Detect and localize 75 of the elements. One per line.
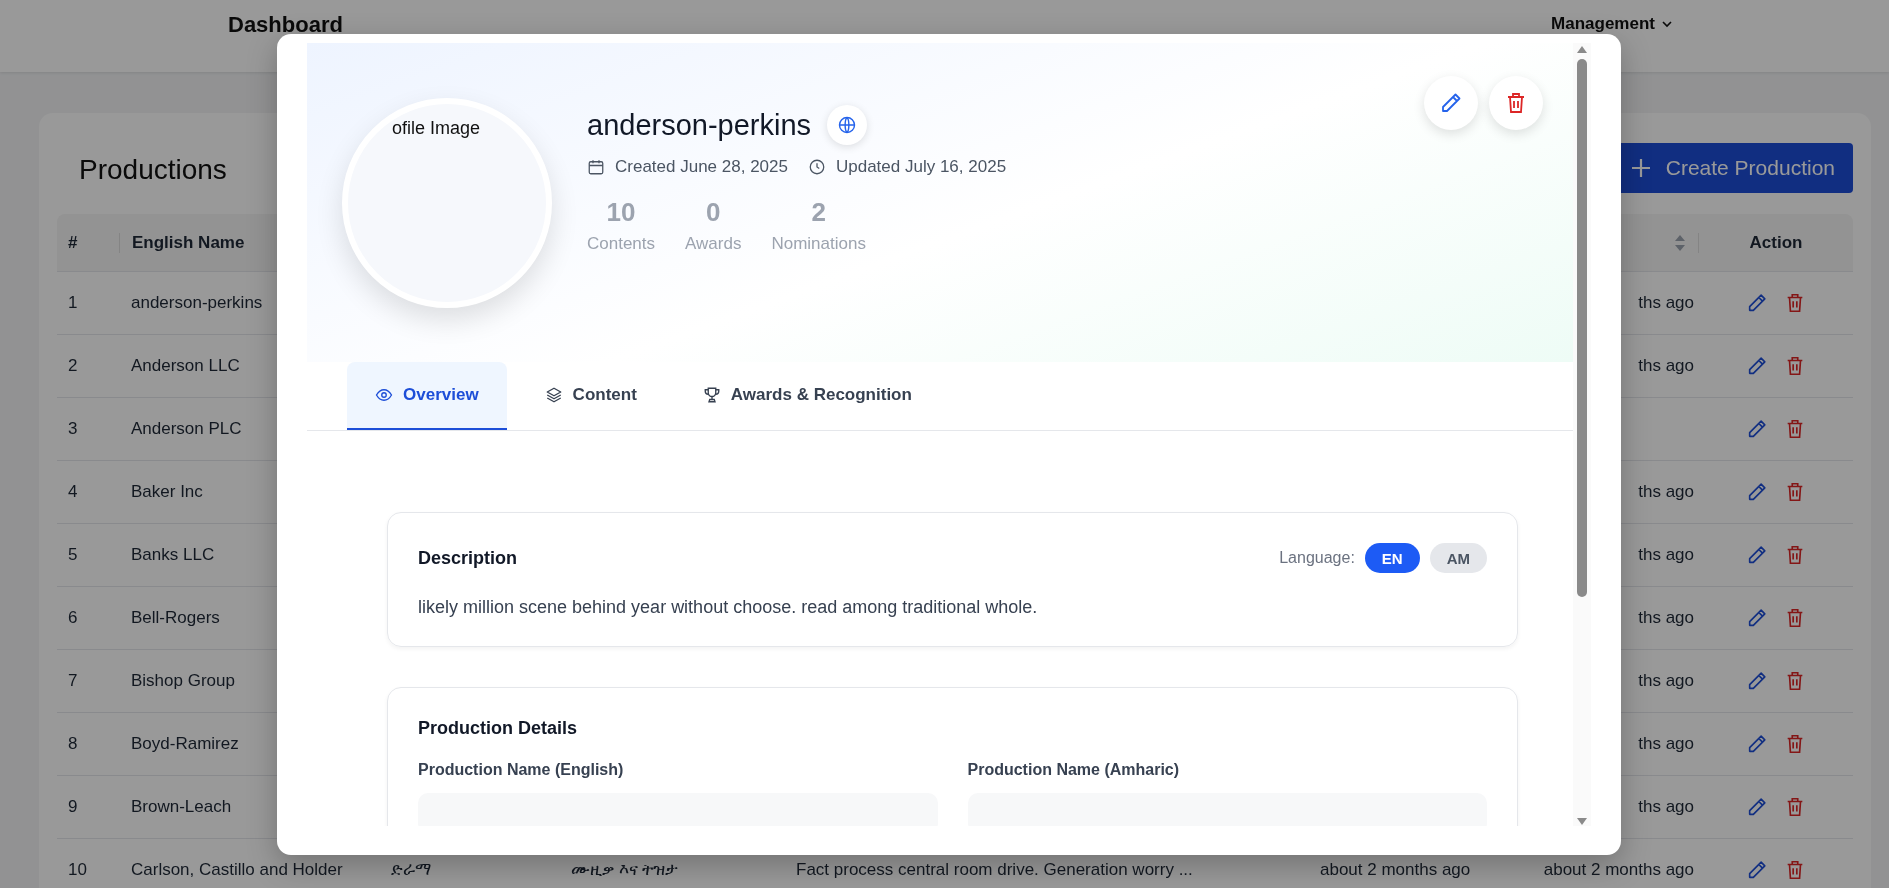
column-header: # [67,232,79,253]
clock-icon [807,158,826,176]
page-title: Productions [79,153,227,186]
table-cell: ሙዚቃ እና ትዝታ [571,860,679,879]
table-cell-text: 8 [67,734,79,754]
dashboard-title: Dashboard [228,12,343,38]
card-title: Description [418,547,518,569]
table-cell-text: Anderson PLC [130,419,243,439]
globe-icon [837,115,858,135]
table-cell: about 2 months ago [1320,860,1471,879]
updated-date: Updated July 16, 2025 [835,157,1007,177]
tab[interactable]: Overview [347,362,507,430]
table-cell: ths ago [1638,482,1694,501]
table-cell-text: Bell-Rogers [130,608,221,628]
table-cell-text: 1 [67,293,79,313]
field-label: Production Name (English) [418,761,625,779]
table-cell-text: 7 [67,671,79,691]
table-cell: ths ago [1638,608,1694,627]
table-cell-text: Banks LLC [130,545,216,565]
table-cell: ths ago [1638,734,1694,753]
calendar-icon [587,158,605,176]
stat-label: Awards [685,234,742,254]
scroll-down-icon[interactable] [1576,816,1588,826]
table-cell: ths ago [1638,293,1694,312]
tab[interactable]: Awards & Recognition [674,362,940,430]
nav-link[interactable]: Management [1551,14,1673,34]
table-cell: ድራማ [391,860,431,879]
table-cell-text: 5 [67,545,79,565]
plus-icon [1629,156,1652,179]
description-text: likely million scene behind year without choose. read among traditional whole. [418,597,1039,618]
field-label: Production Name (Amharic) [967,761,1181,779]
card-title: Production Details [418,718,578,738]
globe-button[interactable] [827,105,868,145]
stat-value: 10 [606,197,636,228]
edit-button[interactable] [1424,76,1478,130]
language-label: Language: [1279,549,1355,567]
table-cell-text: Anderson LLC [130,356,241,376]
eye-icon [375,386,393,404]
stat-label: Nominations [771,234,866,254]
table-cell-text: 4 [67,482,79,502]
delete-button[interactable] [1489,76,1543,130]
table-cell-text: Brown-Leach [130,797,233,817]
stat-value: 0 [706,197,721,228]
table-cell-text: Boyd-Ramirez [130,734,240,754]
pencil-icon [1439,91,1463,115]
chevron-down-icon [1661,18,1673,30]
production-name: anderson-perkins [587,108,812,142]
table-cell-text: 2 [67,356,79,376]
table-cell-text: 3 [67,419,79,439]
stat-label: Contents [587,234,656,254]
table-cell-text: 9 [67,797,79,817]
table-cell: about 2 months ago [1543,860,1694,879]
layers-icon [544,386,563,404]
language-toggle[interactable]: EN [1364,543,1420,573]
tab[interactable]: Content [516,362,665,430]
image-alt-text: ofile Image [392,118,481,139]
table-cell-text: Baker Inc [130,482,204,502]
table-cell-text: Bishop Group [130,671,236,691]
scrollbar[interactable] [1573,43,1591,826]
column-header: Action [1698,232,1853,253]
table-cell-text: 10 [67,860,88,880]
table-cell: Fact process central room drive. Generation worry ... [796,860,1193,879]
created-date: Created June 28, 2025 [615,157,788,177]
trophy-icon [702,386,721,404]
stat-value: 2 [811,197,826,228]
table-cell-text: 6 [67,608,79,628]
scroll-up-icon[interactable] [1576,45,1588,55]
table-cell: ths ago [1638,671,1694,690]
table-cell: ths ago [1638,356,1694,375]
table-cell-text: anderson-perkins [130,293,264,313]
language-toggle[interactable]: AM [1429,543,1487,573]
table-cell: ths ago [1638,797,1694,816]
sort-icon[interactable] [1674,233,1686,252]
table-cell: ths ago [1638,545,1694,564]
table-cell-text: Carlson, Castillo and Holder [130,860,344,880]
